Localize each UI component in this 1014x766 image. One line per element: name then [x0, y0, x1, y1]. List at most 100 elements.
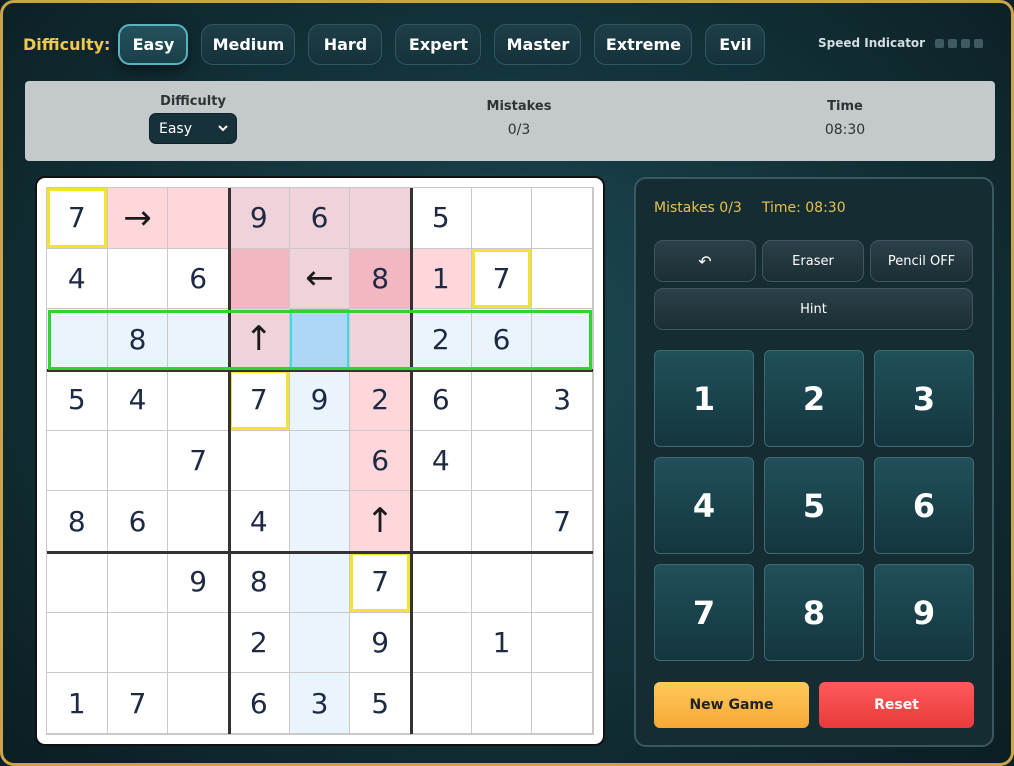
- sudoku-cell-r1c9[interactable]: [532, 188, 593, 249]
- sudoku-cell-r6c9[interactable]: 7: [532, 491, 593, 552]
- sudoku-cell-r3c1[interactable]: [47, 309, 108, 370]
- sudoku-cell-r5c2[interactable]: [107, 430, 169, 492]
- sudoku-cell-r4c9[interactable]: 3: [532, 370, 593, 431]
- sudoku-cell-r1c4[interactable]: 9: [229, 188, 290, 249]
- sudoku-cell-r9c4[interactable]: 6: [229, 673, 290, 734]
- sudoku-cell-r9c7[interactable]: [411, 673, 472, 734]
- sudoku-cell-r9c2[interactable]: 7: [107, 673, 169, 734]
- sudoku-cell-r2c9[interactable]: [532, 248, 593, 310]
- difficulty-evil-button[interactable]: Evil: [705, 23, 766, 65]
- number-button-3[interactable]: 3: [874, 350, 974, 447]
- sudoku-cell-r3c9[interactable]: [532, 309, 593, 370]
- difficulty-master-button[interactable]: Master: [494, 23, 582, 65]
- difficulty-expert-button[interactable]: Expert: [395, 23, 482, 65]
- sudoku-cell-r3c5[interactable]: [289, 309, 351, 370]
- sudoku-cell-r1c3[interactable]: [168, 188, 229, 249]
- number-button-5[interactable]: 5: [764, 457, 864, 554]
- sudoku-cell-r9c6[interactable]: 5: [350, 673, 411, 734]
- sudoku-cell-r3c7[interactable]: 2: [411, 309, 472, 370]
- difficulty-select[interactable]: Easy: [149, 113, 237, 144]
- sudoku-cell-r8c4[interactable]: 2: [229, 612, 290, 674]
- number-button-4[interactable]: 4: [654, 457, 754, 554]
- sudoku-cell-r8c7[interactable]: [411, 612, 472, 674]
- sudoku-cell-r6c6[interactable]: ↑: [350, 491, 411, 552]
- sudoku-cell-r3c3[interactable]: [168, 309, 229, 370]
- sudoku-cell-r6c4[interactable]: 4: [229, 491, 290, 552]
- sudoku-cell-r5c7[interactable]: 4: [411, 430, 472, 492]
- number-button-1[interactable]: 1: [654, 350, 754, 447]
- sudoku-cell-r4c1[interactable]: 5: [47, 370, 108, 431]
- sudoku-cell-r3c2[interactable]: 8: [107, 309, 169, 370]
- reset-button[interactable]: Reset: [819, 682, 974, 728]
- sudoku-cell-r9c9[interactable]: [532, 673, 593, 734]
- sudoku-cell-r4c3[interactable]: [168, 370, 229, 431]
- number-button-9[interactable]: 9: [874, 564, 974, 661]
- sudoku-cell-r7c3[interactable]: 9: [168, 552, 229, 613]
- sudoku-cell-r7c4[interactable]: 8: [229, 552, 290, 613]
- difficulty-easy-button[interactable]: Easy: [118, 23, 189, 65]
- sudoku-cell-r8c5[interactable]: [289, 612, 351, 674]
- sudoku-cell-r6c3[interactable]: [168, 491, 229, 552]
- sudoku-cell-r8c9[interactable]: [532, 612, 593, 674]
- sudoku-cell-r2c7[interactable]: 1: [411, 248, 472, 310]
- sudoku-cell-r6c7[interactable]: [411, 491, 472, 552]
- hint-button[interactable]: Hint: [654, 288, 973, 330]
- sudoku-cell-r5c3[interactable]: 7: [168, 430, 229, 492]
- sudoku-cell-r5c6[interactable]: 6: [350, 430, 411, 492]
- sudoku-cell-r2c3[interactable]: 6: [168, 248, 229, 310]
- eraser-button[interactable]: Eraser: [762, 240, 864, 282]
- sudoku-cell-r7c7[interactable]: [411, 552, 472, 613]
- sudoku-cell-r3c6[interactable]: [350, 309, 411, 370]
- difficulty-medium-button[interactable]: Medium: [201, 23, 296, 65]
- number-button-2[interactable]: 2: [764, 350, 864, 447]
- sudoku-cell-r2c2[interactable]: [107, 248, 169, 310]
- sudoku-cell-r7c8[interactable]: [471, 552, 533, 613]
- sudoku-cell-r2c4[interactable]: [229, 248, 290, 310]
- sudoku-cell-r9c3[interactable]: [168, 673, 229, 734]
- sudoku-cell-r9c5[interactable]: 3: [289, 673, 351, 734]
- number-button-7[interactable]: 7: [654, 564, 754, 661]
- sudoku-cell-r3c4[interactable]: ↑: [229, 309, 290, 370]
- sudoku-cell-r2c5[interactable]: ←: [289, 248, 351, 310]
- sudoku-cell-r6c8[interactable]: [471, 491, 533, 552]
- sudoku-cell-r5c9[interactable]: [532, 430, 593, 492]
- sudoku-cell-r7c9[interactable]: [532, 552, 593, 613]
- sudoku-cell-r2c1[interactable]: 4: [47, 248, 108, 310]
- sudoku-cell-r7c2[interactable]: [107, 552, 169, 613]
- pencil-toggle-button[interactable]: Pencil OFF: [870, 240, 973, 282]
- sudoku-cell-r8c2[interactable]: [107, 612, 169, 674]
- sudoku-cell-r9c8[interactable]: [471, 673, 533, 734]
- sudoku-cell-r5c1[interactable]: [47, 430, 108, 492]
- sudoku-cell-r6c1[interactable]: 8: [47, 491, 108, 552]
- sudoku-cell-r3c8[interactable]: 6: [471, 309, 533, 370]
- sudoku-cell-r7c5[interactable]: [289, 552, 351, 613]
- sudoku-cell-r5c4[interactable]: [229, 430, 290, 492]
- sudoku-cell-r4c8[interactable]: [471, 370, 533, 431]
- sudoku-cell-r1c7[interactable]: 5: [411, 188, 472, 249]
- sudoku-cell-r4c4[interactable]: 7: [229, 370, 290, 431]
- sudoku-cell-r8c3[interactable]: [168, 612, 229, 674]
- sudoku-cell-r6c2[interactable]: 6: [107, 491, 169, 552]
- sudoku-cell-r1c2[interactable]: →: [107, 188, 169, 249]
- sudoku-cell-r6c5[interactable]: [289, 491, 351, 552]
- sudoku-cell-r2c8[interactable]: 7: [471, 248, 533, 310]
- number-button-6[interactable]: 6: [874, 457, 974, 554]
- new-game-button[interactable]: New Game: [654, 682, 809, 728]
- difficulty-extreme-button[interactable]: Extreme: [594, 23, 693, 65]
- sudoku-cell-r9c1[interactable]: 1: [47, 673, 108, 734]
- sudoku-cell-r8c8[interactable]: 1: [471, 612, 533, 674]
- sudoku-cell-r4c7[interactable]: 6: [411, 370, 472, 431]
- sudoku-cell-r7c1[interactable]: [47, 552, 108, 613]
- sudoku-cell-r1c6[interactable]: [350, 188, 411, 249]
- sudoku-cell-r8c1[interactable]: [47, 612, 108, 674]
- difficulty-hard-button[interactable]: Hard: [308, 23, 383, 65]
- sudoku-cell-r4c6[interactable]: 2: [350, 370, 411, 431]
- sudoku-cell-r1c8[interactable]: [471, 188, 533, 249]
- sudoku-cell-r5c8[interactable]: [471, 430, 533, 492]
- sudoku-cell-r4c2[interactable]: 4: [107, 370, 169, 431]
- sudoku-cell-r1c5[interactable]: 6: [289, 188, 351, 249]
- undo-button[interactable]: ↶: [654, 240, 756, 282]
- number-button-8[interactable]: 8: [764, 564, 864, 661]
- sudoku-cell-r8c6[interactable]: 9: [350, 612, 411, 674]
- sudoku-cell-r5c5[interactable]: [289, 430, 351, 492]
